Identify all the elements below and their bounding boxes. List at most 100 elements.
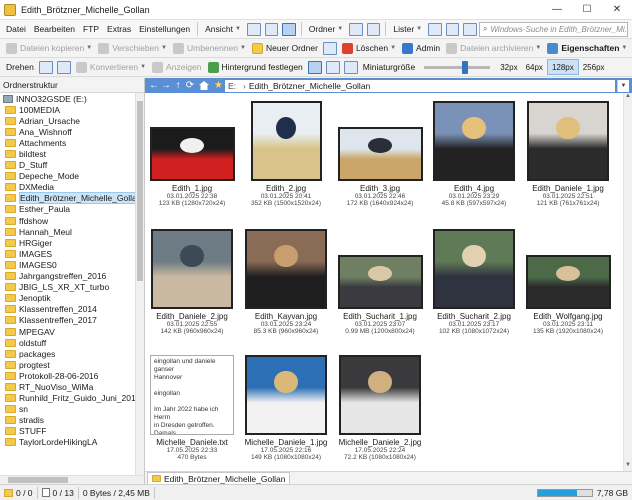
tree-folder-item[interactable]: STUFF bbox=[0, 426, 144, 437]
file-item[interactable]: Edith_Sucharit_1.jpg 03.01.2025 23:07 0.99… bbox=[335, 229, 425, 335]
size-256-button[interactable]: 256px bbox=[579, 59, 609, 75]
folder-layout-icon[interactable] bbox=[349, 22, 363, 36]
close-button[interactable]: ✕ bbox=[602, 0, 632, 20]
menu-einstellungen[interactable]: Einstellungen bbox=[135, 20, 194, 39]
scroll-up-icon[interactable]: ▲ bbox=[624, 93, 632, 102]
minimize-button[interactable]: — bbox=[542, 0, 572, 20]
file-item[interactable]: Edith_Daniele_1.jpg 03.01.2025 22:51 121 K… bbox=[523, 101, 613, 207]
tree-folder-item[interactable]: stradis bbox=[0, 415, 144, 426]
tree-folder-item[interactable]: Esther_Paula bbox=[0, 204, 144, 215]
address-field[interactable]: E: › Edith_Brötzner_Michelle_Gollan bbox=[224, 79, 615, 92]
tree-folder-item[interactable]: MPEGAV bbox=[0, 326, 144, 337]
tree-folder-item[interactable]: Depeche_Mode bbox=[0, 171, 144, 182]
file-item[interactable]: Edith_4.jpg 03.01.2025 23:29 45.8 KB (597x… bbox=[429, 101, 519, 207]
scroll-down-icon[interactable]: ▼ bbox=[624, 462, 632, 471]
menu-datei[interactable]: Datei bbox=[2, 20, 30, 39]
size-32-button[interactable]: 32px bbox=[496, 59, 521, 75]
refresh-icon[interactable]: ⟳ bbox=[184, 80, 196, 91]
tree-folder-item[interactable]: IMAGES0 bbox=[0, 259, 144, 270]
tree-folder-item[interactable]: Runhild_Fritz_Guido_Juni_2018 bbox=[0, 393, 144, 404]
tree-scrollbar[interactable] bbox=[135, 93, 144, 475]
search-input[interactable]: ⌕ Windows-Suche in Edith_Brötzner_Mi... bbox=[478, 21, 629, 37]
tree-folder-item[interactable]: packages bbox=[0, 348, 144, 359]
menu-lister[interactable]: Lister ▼ bbox=[389, 20, 426, 39]
tree-scroll-thumb[interactable] bbox=[137, 101, 143, 281]
home-icon[interactable] bbox=[199, 81, 209, 90]
size-128-button[interactable]: 128px bbox=[546, 59, 579, 75]
grid-scrollbar[interactable]: ▲ ▼ bbox=[623, 93, 632, 471]
up-icon[interactable]: ↑ bbox=[172, 80, 184, 91]
archive-button[interactable]: Dateien archivieren ▼ bbox=[443, 40, 544, 57]
tree-folder-item[interactable]: IMAGES bbox=[0, 248, 144, 259]
properties-button[interactable]: Eigenschaften ▼ bbox=[544, 40, 630, 57]
menu-bearbeiten[interactable]: Bearbeiten bbox=[30, 20, 79, 39]
delete-button[interactable]: Löschen ▼ bbox=[339, 40, 399, 57]
thumb-size-slider[interactable] bbox=[424, 60, 491, 74]
address-folder[interactable]: Edith_Brötzner_Michelle_Gollan bbox=[249, 81, 370, 91]
file-item[interactable]: eingollan und daniele ganser Hannover ei… bbox=[147, 355, 237, 461]
address-drive[interactable]: E: bbox=[228, 81, 236, 91]
tree-folder-item[interactable]: JBIG_LS_XR_XT_turbo bbox=[0, 282, 144, 293]
convert-button[interactable]: Konvertieren ▼ bbox=[73, 59, 149, 76]
admin-button[interactable]: Admin bbox=[399, 40, 443, 57]
menu-ordner[interactable]: Ordner ▼ bbox=[305, 20, 347, 39]
tree-folder-item[interactable]: HRGiger bbox=[0, 237, 144, 248]
file-item[interactable]: Michelle_Daniele_1.jpg 17.05.2025 22:16 14… bbox=[241, 355, 331, 461]
folder-layout-icon-2[interactable] bbox=[366, 22, 381, 36]
show-button[interactable]: Anzeigen bbox=[149, 59, 204, 76]
slider-handle[interactable] bbox=[462, 60, 469, 74]
file-item[interactable]: Edith_Daniele_2.jpg 03.01.2025 22:55 142 K… bbox=[147, 229, 237, 335]
tree-folder-item[interactable]: Adrian_Ursache bbox=[0, 115, 144, 126]
folder-options-icon[interactable] bbox=[322, 41, 337, 55]
tree-folder-item[interactable]: bildtest bbox=[0, 148, 144, 159]
set-background-button[interactable]: Hintergrund festlegen bbox=[205, 59, 306, 76]
file-item[interactable]: Edith_Wolfgang.jpg 03.01.2025 23:11 135 KB… bbox=[523, 229, 613, 335]
file-item[interactable]: Edith_Kayvan.jpg 03.01.2025 23:24 85.3 KB … bbox=[241, 229, 331, 335]
move-button[interactable]: Verschieben ▼ bbox=[95, 40, 170, 57]
tree-folder-item[interactable]: sn bbox=[0, 404, 144, 415]
layout-icon-2[interactable] bbox=[264, 22, 279, 36]
rotate-right-icon[interactable] bbox=[56, 60, 71, 74]
file-item[interactable]: Michelle_Daniele_2.jpg 17.05.2025 22:24 72… bbox=[335, 355, 425, 461]
tree-folder-item[interactable]: Protokoll-28-06-2016 bbox=[0, 370, 144, 381]
tree-drive[interactable]: INNO32GSDE (E:) bbox=[0, 93, 144, 104]
view-thumb-icon-1[interactable] bbox=[307, 60, 322, 74]
size-64-button[interactable]: 64px bbox=[522, 59, 547, 75]
new-folder-button[interactable]: Neuer Ordner bbox=[249, 40, 321, 57]
file-item[interactable]: Edith_3.jpg 03.01.2025 22:46 172 KB (1640x… bbox=[335, 101, 425, 207]
menu-extras[interactable]: Extras bbox=[103, 20, 135, 39]
tree-hscroll-thumb[interactable] bbox=[8, 477, 68, 483]
tree-folder-item[interactable]: Hannah_Meul bbox=[0, 226, 144, 237]
tree-folder-item[interactable]: Attachments bbox=[0, 137, 144, 148]
tree-horizontal-scrollbar[interactable] bbox=[0, 475, 144, 484]
lister-icon-1[interactable] bbox=[428, 22, 442, 36]
menu-ftp[interactable]: FTP bbox=[79, 20, 103, 39]
copy-files-button[interactable]: Dateien kopieren ▼ bbox=[3, 40, 95, 57]
tree-folder-item[interactable]: Klassentreffen_2017 bbox=[0, 315, 144, 326]
tree-folder-item[interactable]: progtest bbox=[0, 359, 144, 370]
tree-folder-item[interactable]: Jenoptik bbox=[0, 293, 144, 304]
file-item[interactable]: Edith_1.jpg 03.01.2025 22:38 123 KB (1280x… bbox=[147, 101, 237, 207]
tree-folder-item[interactable]: DXMedia bbox=[0, 182, 144, 193]
file-item[interactable]: Edith_2.jpg 03.01.2025 20:41 352 KB (1500x… bbox=[241, 101, 331, 207]
tree-folder-item[interactable]: D_Stuff bbox=[0, 160, 144, 171]
tree-folder-item[interactable]: Klassentreffen_2014 bbox=[0, 304, 144, 315]
view-thumb-icon-3[interactable] bbox=[343, 60, 358, 74]
view-thumb-icon-2[interactable] bbox=[325, 60, 340, 74]
tree-folder-item[interactable]: 100MEDIA bbox=[0, 104, 144, 115]
tree-folder-item[interactable]: Ana_Wishnoff bbox=[0, 126, 144, 137]
tree-folder-item[interactable]: RT_NuoViso_WiMa bbox=[0, 381, 144, 392]
tree-folder-item[interactable]: oldstuff bbox=[0, 337, 144, 348]
tree-folder-item[interactable]: TaylorLordeHikingLA bbox=[0, 437, 144, 448]
back-icon[interactable]: ← bbox=[148, 80, 160, 91]
maximize-button[interactable]: ☐ bbox=[572, 0, 602, 20]
menu-ansicht[interactable]: Ansicht ▼ bbox=[201, 20, 245, 39]
favorites-star-icon[interactable]: ★ bbox=[214, 80, 223, 91]
lister-icon-3[interactable] bbox=[463, 22, 477, 36]
lister-icon-2[interactable] bbox=[445, 22, 460, 36]
layout-icon-3[interactable] bbox=[282, 22, 296, 36]
address-dropdown-icon[interactable]: ▼ bbox=[617, 79, 629, 92]
file-item[interactable]: Edith_Sucharit_2.jpg 03.01.2025 23:17 102 … bbox=[429, 229, 519, 335]
rotate-left-icon[interactable] bbox=[38, 60, 53, 74]
forward-icon[interactable]: → bbox=[160, 80, 172, 91]
